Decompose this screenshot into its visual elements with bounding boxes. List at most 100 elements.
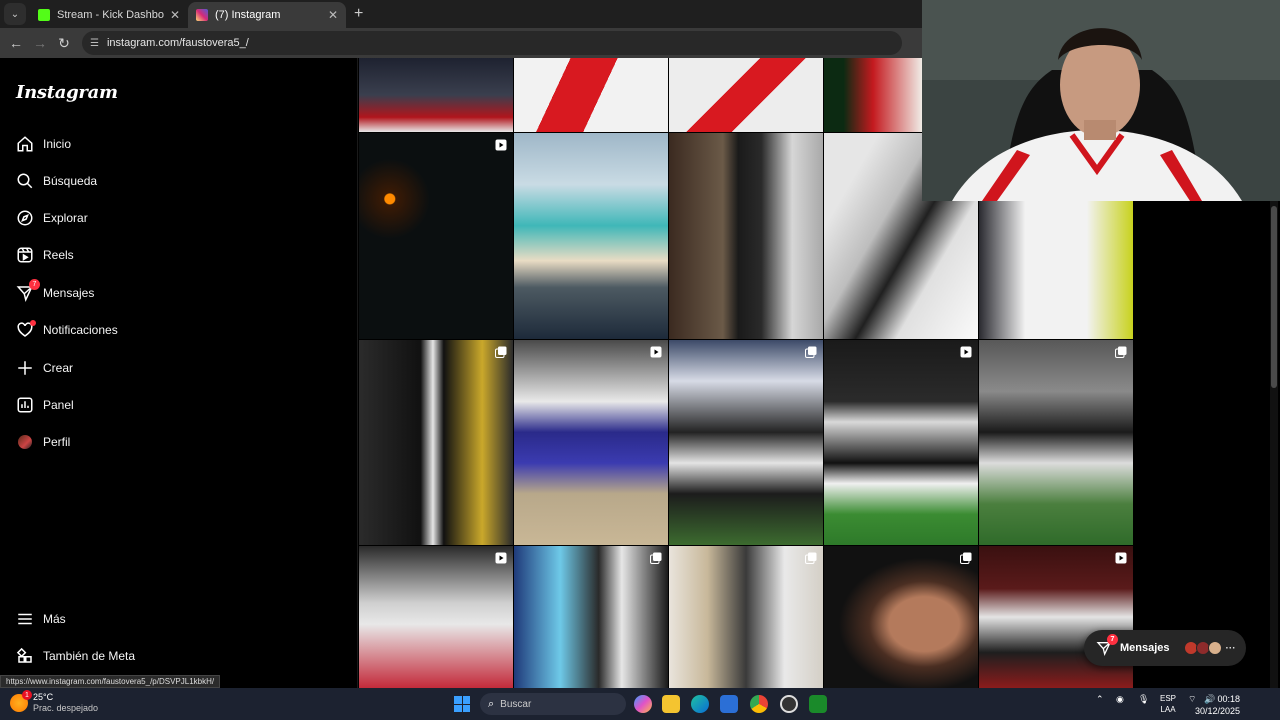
browser-toolbar: ← → ↻ ☰ instagram.com/faustovera5_/: [0, 28, 922, 58]
sidebar-item-label: Más: [43, 612, 66, 626]
sidebar-item-notificaciones[interactable]: Notificaciones: [16, 317, 118, 343]
reel-icon: [960, 346, 972, 358]
browser-tab-bar: ⌄ Stream - Kick Dashboard ✕ (7) Instagra…: [0, 0, 922, 28]
sidebar-item-label: Mensajes: [43, 286, 95, 300]
sidebar-item-meta[interactable]: También de Meta: [16, 643, 135, 669]
file-explorer-icon[interactable]: [662, 695, 680, 713]
reel-icon: [495, 552, 507, 564]
clock-time: 00:18: [1217, 694, 1240, 704]
instagram-favicon-icon: [196, 9, 208, 21]
network-tray-icon[interactable]: ◉: [1116, 694, 1124, 705]
post-thumbnail[interactable]: [359, 133, 513, 339]
tab-kick[interactable]: Stream - Kick Dashboard ✕: [30, 2, 188, 28]
search-icon: ⌕: [488, 697, 495, 710]
obs-icon[interactable]: [780, 695, 798, 713]
taskbar-search[interactable]: ⌕ Buscar: [480, 693, 626, 715]
tab-title: Stream - Kick Dashboard: [57, 9, 164, 21]
sidebar-item-mensajes[interactable]: 7 Mensajes: [16, 279, 95, 306]
forward-arrow-icon[interactable]: →: [28, 35, 52, 51]
sidebar-item-label: Notificaciones: [43, 323, 118, 337]
close-icon[interactable]: ✕: [170, 8, 180, 22]
home-icon: [16, 135, 34, 153]
reel-icon: [650, 346, 662, 358]
carousel-icon: [805, 552, 817, 564]
post-thumbnail[interactable]: [979, 340, 1133, 545]
tray-overflow-icon[interactable]: ⌃: [1096, 694, 1104, 705]
address-bar[interactable]: ☰ instagram.com/faustovera5_/: [82, 31, 902, 55]
sidebar-item-inicio[interactable]: Inicio: [16, 131, 71, 157]
webcam-overlay: [922, 0, 1280, 201]
avatar: [16, 433, 34, 451]
carousel-icon: [650, 552, 662, 564]
post-thumbnail[interactable]: [514, 340, 668, 545]
screen: ⌄ Stream - Kick Dashboard ✕ (7) Instagra…: [0, 0, 1280, 720]
messages-floating-button[interactable]: 7 Mensajes ···: [1084, 630, 1246, 666]
compass-icon: [16, 209, 34, 227]
edge-icon[interactable]: [691, 695, 709, 713]
instagram-logo[interactable]: Instagram: [16, 82, 118, 103]
system-clock[interactable]: 00:18 30/12/2025: [1195, 693, 1240, 717]
sidebar-item-label: Explorar: [43, 211, 88, 225]
tab-instagram[interactable]: (7) Instagram ✕: [188, 2, 346, 28]
post-thumbnail[interactable]: [669, 58, 823, 132]
sidebar-item-reels[interactable]: Reels: [16, 242, 74, 268]
sidebar-item-explorar[interactable]: Explorar: [16, 205, 88, 231]
sidebar-item-perfil[interactable]: Perfil: [16, 429, 70, 455]
chrome-icon[interactable]: [750, 695, 768, 713]
back-arrow-icon[interactable]: ←: [4, 35, 28, 51]
scrollbar-thumb[interactable]: [1271, 206, 1277, 388]
post-thumbnail[interactable]: [979, 546, 1133, 688]
site-info-icon[interactable]: ☰: [90, 38, 99, 49]
conversation-avatars: [1183, 641, 1222, 655]
page-scrollbar[interactable]: [1270, 200, 1278, 688]
xbox-icon[interactable]: [809, 695, 827, 713]
new-tab-button[interactable]: +: [354, 5, 363, 23]
carousel-icon: [960, 552, 972, 564]
carousel-icon: [1115, 346, 1127, 358]
post-thumbnail[interactable]: [824, 340, 978, 545]
post-thumbnail[interactable]: [824, 546, 978, 688]
messenger-icon: 7: [1096, 634, 1118, 656]
windows-taskbar: 1 25°C Prac. despejado ⌕ Buscar ⌃ ◉ 🎙 ES…: [0, 688, 1280, 720]
clock-date: 30/12/2025: [1194, 706, 1240, 716]
post-thumbnail[interactable]: [514, 133, 668, 339]
post-thumbnail[interactable]: [359, 340, 513, 545]
plus-icon: [16, 359, 34, 377]
tab-search-button[interactable]: ⌄: [4, 3, 26, 25]
sidebar-item-busqueda[interactable]: Búsqueda: [16, 168, 97, 194]
carousel-icon: [805, 346, 817, 358]
post-thumbnail[interactable]: [979, 201, 1133, 339]
sidebar-item-mas[interactable]: Más: [16, 606, 66, 632]
reload-icon[interactable]: ↻: [52, 35, 76, 52]
windows-start-icon[interactable]: [454, 696, 470, 712]
post-thumbnail[interactable]: [669, 546, 823, 688]
post-thumbnail[interactable]: [669, 133, 823, 339]
sidebar-item-panel[interactable]: Panel: [16, 392, 74, 418]
post-thumbnail[interactable]: [359, 58, 513, 132]
post-thumbnail[interactable]: [514, 546, 668, 688]
notification-badge: 7: [1107, 634, 1118, 645]
lang-code: ESP: [1160, 694, 1177, 703]
sidebar-item-crear[interactable]: Crear: [16, 355, 73, 381]
post-thumbnail[interactable]: [514, 58, 668, 132]
weather-badge: 1: [22, 690, 32, 700]
post-thumbnail[interactable]: [669, 340, 823, 545]
post-thumbnail[interactable]: [824, 58, 922, 132]
menu-icon: [16, 610, 34, 628]
weather-sun-icon: 1: [10, 690, 32, 712]
instagram-sidebar: Instagram Inicio Búsqueda Explorar Reels…: [0, 58, 358, 688]
close-icon[interactable]: ✕: [328, 8, 338, 22]
post-thumbnail[interactable]: [359, 546, 513, 688]
messenger-icon: 7: [16, 279, 40, 302]
copilot-icon[interactable]: [634, 695, 652, 713]
carousel-icon: [495, 346, 507, 358]
heart-icon: [16, 320, 36, 339]
sidebar-item-label: Reels: [43, 248, 74, 262]
url-text: instagram.com/faustovera5_/: [106, 37, 249, 49]
avatar: [1207, 641, 1222, 655]
store-icon[interactable]: [720, 695, 738, 713]
microphone-icon[interactable]: 🎙: [1138, 694, 1149, 705]
weather-widget[interactable]: 1 25°C Prac. despejado: [10, 690, 98, 714]
language-indicator[interactable]: ESP LAA: [1160, 693, 1176, 715]
sidebar-item-label: Crear: [43, 361, 74, 375]
